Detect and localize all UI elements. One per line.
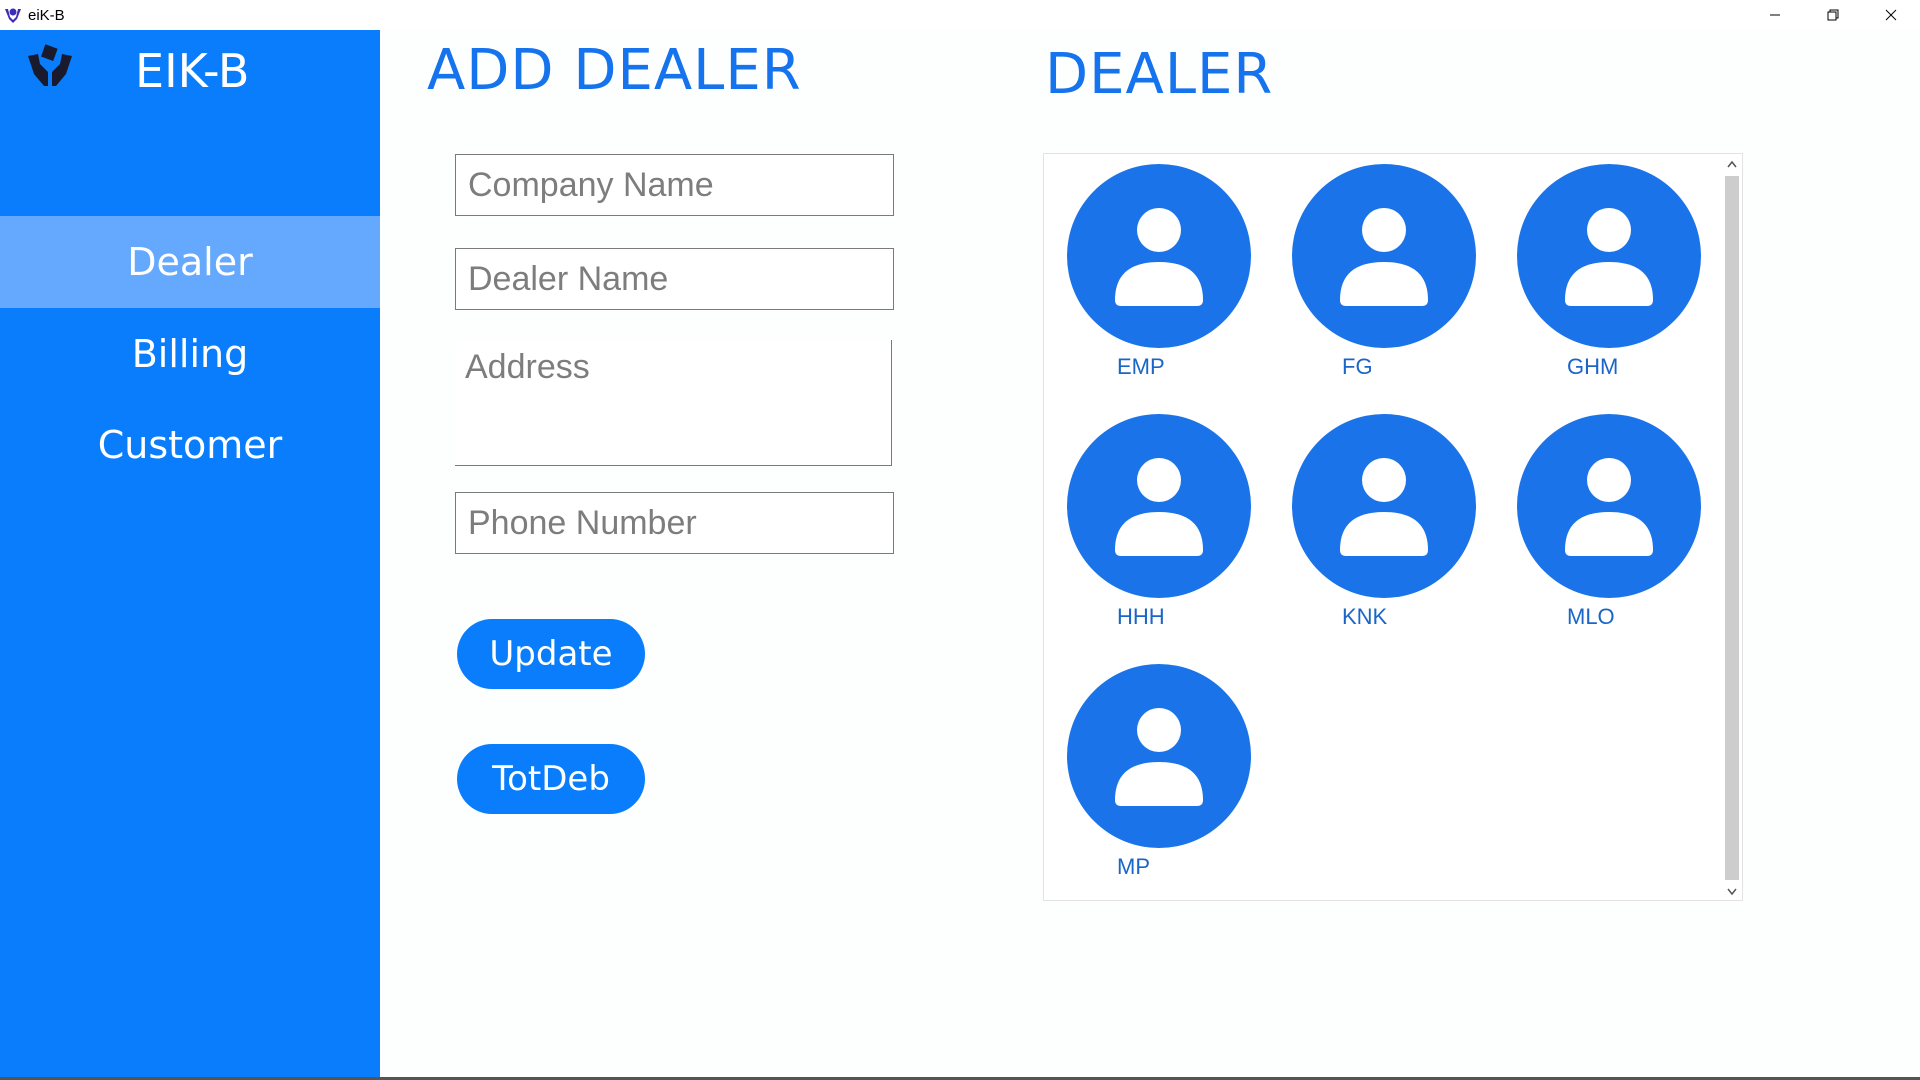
dealer-name: MLO [1567, 604, 1615, 629]
person-avatar-icon [1067, 164, 1251, 348]
dealer-name: HHH [1117, 604, 1165, 629]
chevron-down-icon[interactable] [1722, 882, 1742, 900]
restore-icon[interactable] [1804, 0, 1862, 30]
hands-logo-icon [2, 4, 24, 26]
totdeb-button[interactable]: TotDeb [457, 744, 645, 814]
dealer-name: MP [1117, 854, 1150, 879]
sidebar-item-label: Billing [131, 332, 249, 376]
update-button[interactable]: Update [457, 619, 645, 689]
scroll-thumb[interactable] [1725, 176, 1739, 880]
close-icon[interactable] [1862, 0, 1920, 30]
person-avatar-icon [1517, 164, 1701, 348]
dealer-card[interactable]: GHM [1494, 154, 1701, 384]
dealer-name: FG [1342, 354, 1373, 379]
person-avatar-icon [1292, 414, 1476, 598]
dealer-name: GHM [1567, 354, 1619, 379]
dealer-name: EMP [1117, 354, 1165, 379]
minimize-icon[interactable] [1746, 0, 1804, 30]
window-controls [1746, 0, 1920, 30]
sidebar-item-customer[interactable]: Customer [0, 399, 380, 491]
sidebar-item-billing[interactable]: Billing [0, 308, 380, 400]
brand: EIK-B [0, 30, 380, 140]
sidebar-item-dealer[interactable]: Dealer [0, 216, 380, 308]
dealer-card[interactable]: MLO [1494, 404, 1701, 634]
company-name-input[interactable] [455, 154, 894, 216]
phone-number-input[interactable] [455, 492, 894, 554]
dealer-card[interactable]: HHH [1044, 404, 1251, 634]
dealer-name-input[interactable] [455, 248, 894, 310]
window-title: eiK-B [28, 6, 65, 24]
scrollbar[interactable] [1722, 154, 1742, 900]
sidebar-item-label: Customer [97, 423, 283, 467]
dealer-name: KNK [1342, 604, 1388, 629]
window-titlebar: eiK-B [0, 0, 1920, 30]
dealer-list-title: DEALER [1045, 42, 1274, 107]
dealer-card[interactable]: EMP [1044, 154, 1251, 384]
dealer-list-panel: EMP FG GHM HHH KNK MLO MP [1043, 153, 1743, 901]
chevron-up-icon[interactable] [1722, 154, 1742, 174]
person-avatar-icon [1067, 414, 1251, 598]
person-avatar-icon [1517, 414, 1701, 598]
person-avatar-icon [1067, 664, 1251, 848]
dealer-card[interactable]: FG [1269, 154, 1476, 384]
dealer-card[interactable]: MP [1044, 654, 1251, 884]
person-avatar-icon [1292, 164, 1476, 348]
address-input[interactable] [455, 340, 892, 466]
sidebar: EIK-B Dealer Billing Customer [0, 30, 380, 1080]
add-dealer-title: ADD DEALER [427, 38, 802, 103]
hands-holding-icon [24, 42, 76, 94]
sidebar-item-label: Dealer [127, 240, 253, 284]
brand-name: EIK-B [135, 44, 250, 98]
dealer-card[interactable]: KNK [1269, 404, 1476, 634]
